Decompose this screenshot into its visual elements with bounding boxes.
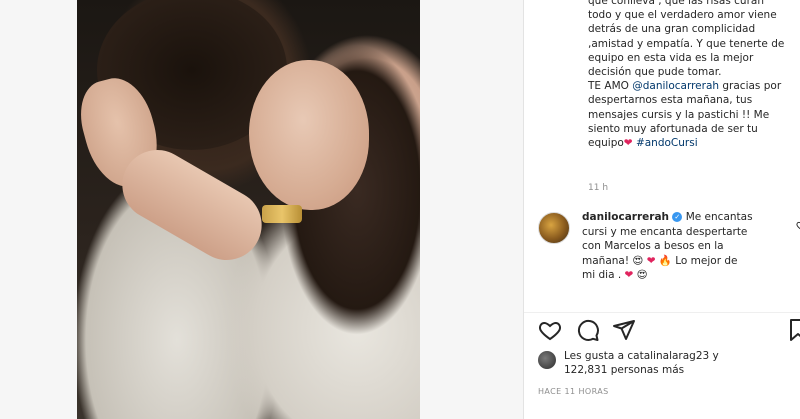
paper-plane-icon bbox=[613, 320, 635, 340]
save-button[interactable] bbox=[786, 318, 800, 342]
heart-outline-icon bbox=[796, 221, 800, 230]
photo-detail-necklace bbox=[262, 205, 302, 223]
fire-emoji-icon: 🔥 bbox=[658, 254, 672, 267]
heart-eyes-emoji-icon: 😍 bbox=[636, 269, 648, 281]
divider bbox=[524, 312, 800, 313]
comment-body: Me encantas bbox=[682, 211, 753, 223]
likes-text[interactable]: Les gusta a catalinalarag23 y 122,831 pe… bbox=[564, 349, 794, 377]
caption-text: equipo bbox=[588, 137, 624, 150]
caption-line: todo y que el verdadero amor viene bbox=[588, 9, 777, 22]
caption-line: decisión que pude tomar. bbox=[588, 66, 722, 79]
verified-badge-icon: ✓ bbox=[672, 212, 683, 222]
comment-body: mañana! bbox=[582, 254, 633, 267]
comment-bubble-icon bbox=[577, 319, 599, 341]
commenter-avatar[interactable] bbox=[538, 212, 570, 244]
heart-outline-icon bbox=[539, 321, 561, 341]
caption-line: mensajes cursis y la pastichi !! Me bbox=[588, 108, 770, 121]
mention-link[interactable]: @danilocarrerah bbox=[632, 80, 719, 92]
comment-button[interactable] bbox=[576, 318, 600, 342]
comment-body: cursi y me encanta despertarte bbox=[582, 225, 748, 238]
post-caption: que conlleva , que las risas curan todo … bbox=[588, 0, 798, 150]
comment-username[interactable]: danilocarrerah bbox=[582, 211, 669, 223]
caption-text: TE AMO bbox=[588, 80, 633, 93]
comment-body: Lo mejor de bbox=[671, 254, 738, 267]
comment-body: con Marcelos a besos en la bbox=[582, 240, 724, 252]
caption-text: gracias por bbox=[719, 80, 782, 93]
heart-eyes-emoji-icon: 😍 bbox=[632, 254, 644, 267]
like-button[interactable] bbox=[538, 318, 562, 342]
comment-like-heart-icon[interactable] bbox=[796, 220, 800, 234]
caption-line: ,amistad y empatía. Y que tenerte de bbox=[588, 37, 785, 50]
post-photo[interactable] bbox=[77, 0, 420, 419]
likes-line: Les gusta a catalinalarag23 y bbox=[564, 350, 719, 362]
caption-line: detrás de una gran complicidad bbox=[588, 23, 756, 36]
caption-line: equipo en esta vida es la mejor bbox=[588, 51, 754, 64]
caption-line: que conlleva , que las risas curan bbox=[588, 0, 764, 7]
post-timestamp[interactable]: HACE 11 HORAS bbox=[538, 387, 609, 396]
liker-avatar[interactable] bbox=[538, 351, 556, 369]
caption-line: TE AMO @danilocarrerah gracias por bbox=[588, 79, 798, 93]
share-button[interactable] bbox=[612, 318, 636, 342]
likes-line: 122,831 personas más bbox=[564, 364, 685, 376]
comment-text: danilocarrerah ✓ Me encantas cursi y me … bbox=[582, 210, 777, 283]
post-side-panel: que conlleva , que las risas curan todo … bbox=[523, 0, 800, 419]
photo-detail-face bbox=[249, 60, 369, 210]
bookmark-icon bbox=[790, 319, 800, 341]
caption-line: equipo❤ #andoCursi bbox=[588, 136, 798, 150]
caption-line: despertarnos esta mañana, tus bbox=[588, 94, 753, 107]
caption-timestamp[interactable]: 11 h bbox=[588, 183, 608, 193]
heart-emoji-icon: ❤ bbox=[623, 137, 633, 150]
heart-emoji-icon: ❤ bbox=[646, 254, 656, 267]
comment-body: mi dia . bbox=[582, 269, 625, 281]
caption-line: siento muy afortunada de ser tu bbox=[588, 122, 758, 135]
heart-emoji-icon: ❤ bbox=[624, 269, 634, 281]
post-actions-bar bbox=[538, 318, 800, 344]
hashtag-link[interactable]: #andoCursi bbox=[636, 137, 698, 149]
